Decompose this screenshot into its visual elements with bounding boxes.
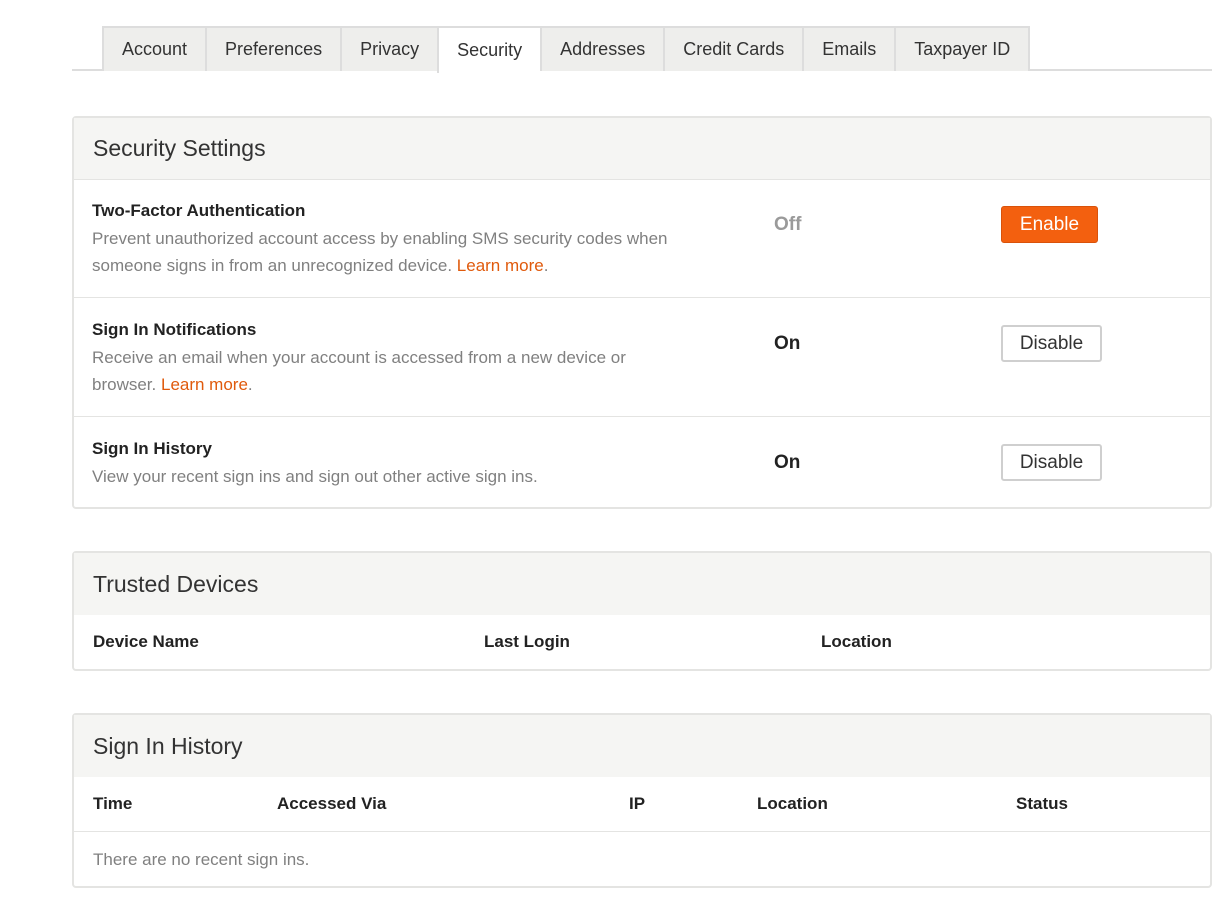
tab-account[interactable]: Account (102, 26, 206, 71)
tab-credit-cards[interactable]: Credit Cards (663, 26, 803, 71)
account-tabs: Account Preferences Privacy Security Add… (72, 26, 1212, 73)
two-factor-desc-line1: Prevent unauthorized account access by e… (92, 229, 668, 248)
sign-in-notifications-desc-line2: browser. (92, 375, 157, 394)
trusted-devices-table-header: Device Name Last Login Location (74, 615, 1210, 669)
two-factor-title: Two-Factor Authentication (92, 201, 306, 220)
sign-in-notifications-desc-line1: Receive an email when your account is ac… (92, 348, 626, 367)
column-device-name: Device Name (93, 632, 199, 651)
sign-in-history-row: Sign In History View your recent sign in… (74, 417, 1210, 507)
sign-in-notifications-learn-more-link[interactable]: Learn more (161, 375, 248, 394)
two-factor-status: Off (774, 214, 802, 235)
column-accessed-via: Accessed Via (277, 794, 387, 813)
sign-in-history-status: On (774, 452, 801, 473)
sign-in-notifications-description: Receive an email when your account is ac… (92, 344, 732, 398)
tab-list: Account Preferences Privacy Security Add… (102, 26, 1031, 73)
tab-emails[interactable]: Emails (802, 26, 895, 71)
sign-in-history-description: View your recent sign ins and sign out o… (92, 463, 732, 490)
two-factor-row: Two-Factor Authentication Prevent unauth… (74, 180, 1210, 298)
column-ip: IP (629, 794, 646, 813)
two-factor-text: Two-Factor Authentication Prevent unauth… (92, 200, 732, 279)
tab-preferences[interactable]: Preferences (205, 26, 341, 71)
sign-in-notifications-row: Sign In Notifications Receive an email w… (74, 298, 1210, 417)
security-settings-panel: Security Settings Two-Factor Authenticat… (72, 116, 1212, 509)
sign-in-notifications-title: Sign In Notifications (92, 320, 257, 339)
trusted-devices-panel: Trusted Devices Device Name Last Login L… (72, 551, 1212, 671)
column-time: Time (93, 794, 133, 813)
two-factor-description: Prevent unauthorized account access by e… (92, 225, 732, 279)
tab-privacy[interactable]: Privacy (340, 26, 438, 71)
sign-in-history-table-header: Time Accessed Via IP Location Status (74, 777, 1210, 831)
sign-in-history-title: Sign In History (92, 439, 212, 458)
security-settings-title: Security Settings (74, 118, 1210, 180)
enable-two-factor-button[interactable]: Enable (1001, 206, 1098, 243)
tab-addresses[interactable]: Addresses (540, 26, 664, 71)
sign-in-history-panel: Sign In History Time Accessed Via IP Loc… (72, 713, 1212, 888)
sign-in-history-text: Sign In History View your recent sign in… (92, 438, 732, 490)
two-factor-learn-more-link[interactable]: Learn more (457, 256, 544, 275)
sign-in-history-panel-title: Sign In History (74, 715, 1210, 777)
disable-sign-in-history-button[interactable]: Disable (1001, 444, 1102, 481)
period: . (247, 375, 253, 394)
column-last-login: Last Login (484, 632, 570, 651)
empty-state-message: There are no recent sign ins. (74, 831, 1210, 887)
column-location: Location (821, 632, 892, 651)
sign-in-history-desc-line1: View your recent sign ins and sign out o… (92, 467, 538, 486)
tab-taxpayer-id[interactable]: Taxpayer ID (894, 26, 1031, 71)
sign-in-notifications-text: Sign In Notifications Receive an email w… (92, 319, 732, 398)
tab-security[interactable]: Security (437, 26, 541, 73)
column-status: Status (1016, 794, 1068, 813)
two-factor-desc-line2: someone signs in from an unrecognized de… (92, 256, 453, 275)
period: . (543, 256, 549, 275)
sign-in-notifications-status: On (774, 333, 801, 354)
column-location: Location (757, 794, 828, 813)
trusted-devices-title: Trusted Devices (74, 553, 1210, 615)
disable-sign-in-notifications-button[interactable]: Disable (1001, 325, 1102, 362)
